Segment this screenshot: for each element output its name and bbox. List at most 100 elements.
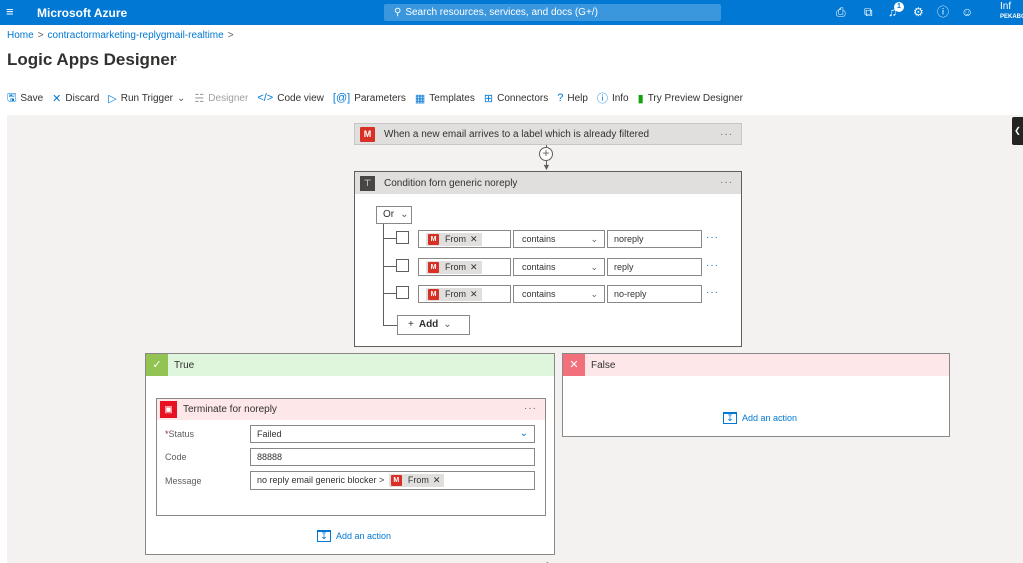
false-branch: ✕ False [562, 353, 950, 437]
discard-button[interactable]: ✕ Discard [52, 92, 99, 105]
save-label: Save [20, 92, 44, 104]
condition-left-operand[interactable]: M From ✕ [418, 230, 511, 248]
top-bar: ≡ Microsoft Azure ⚲ Search resources, ser… [0, 0, 1023, 25]
tree-branch [383, 266, 397, 267]
breadcrumb-resource[interactable]: contractormarketing-replygmail-realtime [48, 30, 224, 41]
dynamic-token[interactable]: M From ✕ [388, 474, 445, 488]
connectors-icon: ⊞ [483, 92, 494, 105]
help-button[interactable]: ? Help [557, 92, 588, 104]
trigger-card[interactable]: M When a new email arrives to a label wh… [354, 123, 742, 145]
row-checkbox[interactable] [396, 259, 409, 272]
info-button[interactable]: ⓘ Info [597, 90, 629, 106]
false-branch-label: False [591, 359, 616, 371]
condition-header[interactable]: ⊤ Condition forn generic noreply ··· [355, 172, 741, 194]
save-icon: 🖫 [7, 91, 17, 104]
false-add-action-button[interactable]: ↧ Add an action [723, 412, 797, 424]
condition-operator-select[interactable]: contains ⌄ [513, 230, 605, 248]
settings-icon[interactable]: ⚙ [913, 5, 924, 19]
account-name: Inf [1000, 1, 1012, 12]
trigger-title: When a new email arrives to a label whic… [384, 128, 650, 140]
remove-token-icon[interactable]: ✕ [470, 288, 478, 301]
dynamic-token[interactable]: M From ✕ [426, 288, 482, 301]
insert-step-button[interactable]: + [539, 147, 553, 161]
code-icon: </> [257, 92, 274, 104]
operator-value: contains [522, 262, 556, 272]
condition-left-operand[interactable]: M From ✕ [418, 258, 511, 276]
true-branch-header[interactable]: ✓ True [146, 354, 554, 376]
designer-button[interactable]: ☵ Designer [194, 92, 248, 105]
feedback-icon[interactable]: ☺ [961, 5, 973, 19]
terminate-more-button[interactable]: ··· [524, 403, 537, 414]
operator-value: contains [522, 234, 556, 244]
row-more-button[interactable]: ··· [706, 260, 719, 271]
condition-value-input[interactable]: reply [607, 258, 702, 276]
designer-label: Designer [208, 92, 249, 104]
trigger-more-button[interactable]: ··· [720, 129, 733, 140]
add-action-icon: ↧ [723, 412, 737, 424]
chevron-down-icon: ⌄ [519, 428, 528, 439]
cloud-shell-icon[interactable]: ⎙ [836, 5, 846, 19]
connectors-button[interactable]: ⊞ Connectors [484, 92, 548, 105]
status-select[interactable]: Failed ⌄ [250, 425, 535, 443]
connector-dot: • [546, 559, 549, 563]
trigger-header[interactable]: M When a new email arrives to a label wh… [355, 124, 741, 144]
dynamic-token[interactable]: M From ✕ [426, 261, 482, 274]
directory-filter-icon[interactable]: ⧉ [864, 5, 873, 19]
close-icon: ✕ [563, 354, 585, 376]
group-operator-select[interactable]: Or ⌄ [376, 206, 412, 224]
condition-operator-select[interactable]: contains ⌄ [513, 258, 605, 276]
row-checkbox[interactable] [396, 231, 409, 244]
condition-more-button[interactable]: ··· [720, 177, 733, 188]
message-input[interactable]: no reply email generic blocker > M From ✕ [250, 471, 535, 490]
code-view-label: Code view [277, 92, 324, 104]
tree-branch [383, 293, 397, 294]
status-value: Failed [257, 429, 282, 439]
gmail-icon: M [428, 234, 439, 245]
chevron-down-icon: ⌄ [590, 289, 598, 299]
brand-name[interactable]: Microsoft Azure [37, 6, 127, 20]
token-label: From [445, 289, 466, 299]
dynamic-token[interactable]: M From ✕ [426, 233, 482, 246]
templates-label: Templates [429, 92, 475, 104]
help-icon[interactable]: ⓘ [937, 5, 949, 19]
chevron-right-icon: > [37, 30, 44, 41]
save-button[interactable]: 🖫 Save [7, 89, 43, 108]
hamburger-icon[interactable]: ≡ [6, 5, 14, 19]
row-more-button[interactable]: ··· [706, 232, 719, 243]
code-view-button[interactable]: </> Code view [257, 92, 324, 104]
info-icon: ⓘ [596, 93, 608, 105]
remove-token-icon[interactable]: ✕ [433, 474, 441, 487]
remove-token-icon[interactable]: ✕ [470, 233, 478, 246]
parameters-button[interactable]: [@] Parameters [333, 92, 406, 104]
breadcrumb-home[interactable]: Home [7, 30, 34, 41]
add-condition-button[interactable]: + Add ⌄ [397, 315, 470, 335]
try-preview-designer-button[interactable]: ▮ Try Preview Designer [638, 92, 743, 105]
row-checkbox[interactable] [396, 286, 409, 299]
terminate-card: ▣ Terminate for noreply ··· *Status Fail… [156, 398, 546, 516]
false-branch-header[interactable]: ✕ False [563, 354, 949, 376]
condition-operator-select[interactable]: contains ⌄ [513, 285, 605, 303]
condition-left-operand[interactable]: M From ✕ [418, 285, 511, 303]
designer-icon: ☵ [194, 92, 205, 105]
remove-token-icon[interactable]: ✕ [470, 261, 478, 274]
chevron-down-icon: ⌄ [443, 319, 452, 330]
row-more-button[interactable]: ··· [706, 287, 719, 298]
global-search-input[interactable]: ⚲ Search resources, services, and docs (G… [384, 4, 721, 21]
chevron-right-icon: > [227, 30, 234, 41]
templates-button[interactable]: ▦ Templates [415, 92, 475, 105]
condition-value-input[interactable]: no-reply [607, 285, 702, 303]
info-label: Info [611, 92, 629, 104]
breadcrumb: Home > contractormarketing-replygmail-real… [7, 30, 238, 41]
side-panel-tab[interactable]: ❮ [1012, 117, 1023, 145]
page-more-button[interactable]: ··· [166, 52, 178, 66]
account-menu[interactable]: Inf PEKABO [1000, 2, 1023, 22]
terminate-header[interactable]: ▣ Terminate for noreply ··· [157, 399, 545, 420]
condition-value-input[interactable]: noreply [607, 230, 702, 248]
code-input[interactable]: 88888 [250, 448, 535, 466]
gmail-icon: M [360, 126, 375, 142]
parameters-label: Parameters [354, 92, 406, 104]
status-label: *Status [165, 429, 195, 439]
run-trigger-button[interactable]: ▷ Run Trigger ⌄ [108, 92, 185, 105]
add-action-icon: ↧ [317, 530, 331, 542]
true-add-action-button[interactable]: ↧ Add an action [317, 530, 391, 542]
